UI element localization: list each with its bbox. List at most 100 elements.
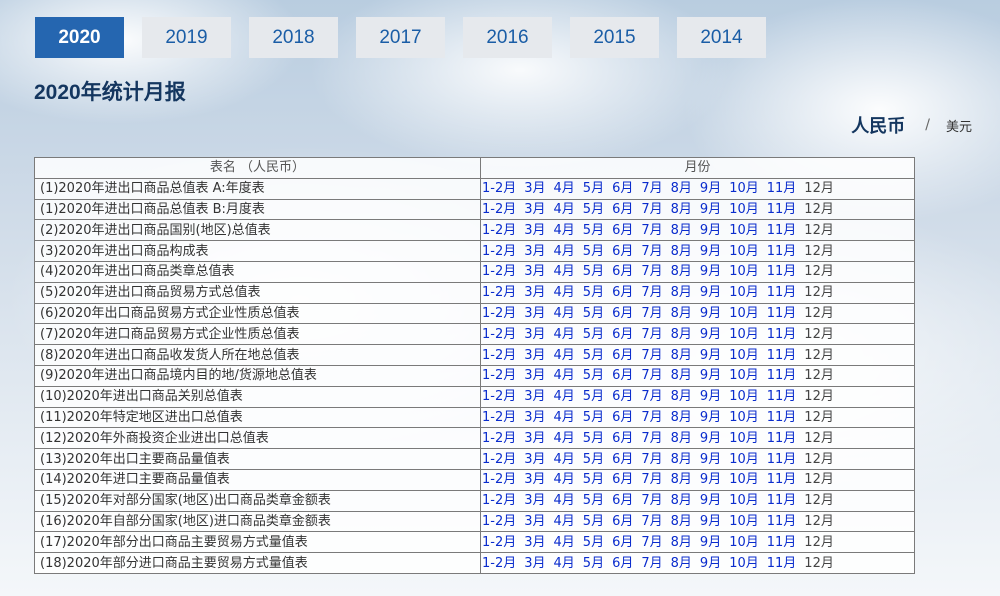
month-link[interactable]: 4月 [554,470,575,489]
month-link[interactable]: 1-2月 [482,221,516,240]
month-link[interactable]: 4月 [554,450,575,469]
month-link[interactable]: 3月 [524,554,545,573]
tab-year-2015[interactable]: 2015 [570,17,659,58]
month-link[interactable]: 6月 [612,200,633,219]
month-link[interactable]: 4月 [554,262,575,281]
month-link[interactable]: 9月 [700,408,721,427]
month-link[interactable]: 6月 [612,512,633,531]
month-link[interactable]: 10月 [729,554,759,573]
month-link[interactable]: 1-2月 [482,179,516,198]
month-link[interactable]: 3月 [524,533,545,552]
month-link[interactable]: 7月 [641,179,662,198]
month-link[interactable]: 1-2月 [482,470,516,489]
month-link[interactable]: 4月 [554,200,575,219]
month-link[interactable]: 1-2月 [482,533,516,552]
month-link[interactable]: 4月 [554,366,575,385]
month-link[interactable]: 5月 [583,512,604,531]
month-link[interactable]: 11月 [767,346,797,365]
month-link[interactable]: 8月 [671,200,692,219]
month-link[interactable]: 6月 [612,221,633,240]
month-link[interactable]: 6月 [612,283,633,302]
month-link[interactable]: 9月 [700,242,721,261]
month-link[interactable]: 7月 [641,533,662,552]
month-link[interactable]: 6月 [612,450,633,469]
month-link[interactable]: 7月 [641,242,662,261]
month-link[interactable]: 1-2月 [482,242,516,261]
month-link[interactable]: 11月 [767,387,797,406]
month-link[interactable]: 9月 [700,262,721,281]
month-link[interactable]: 5月 [583,408,604,427]
currency-rmb-link[interactable]: 人民币 [851,112,905,138]
month-link[interactable]: 4月 [554,242,575,261]
month-link[interactable]: 5月 [583,491,604,510]
month-link[interactable]: 3月 [524,242,545,261]
month-link[interactable]: 5月 [583,221,604,240]
month-link[interactable]: 3月 [524,200,545,219]
month-link[interactable]: 5月 [583,262,604,281]
month-link[interactable]: 5月 [583,346,604,365]
month-link[interactable]: 1-2月 [482,554,516,573]
month-link[interactable]: 11月 [767,512,797,531]
month-link[interactable]: 7月 [641,470,662,489]
month-link[interactable]: 3月 [524,450,545,469]
month-link[interactable]: 10月 [729,533,759,552]
month-link[interactable]: 5月 [583,429,604,448]
month-link[interactable]: 7月 [641,408,662,427]
month-link[interactable]: 5月 [583,179,604,198]
month-link[interactable]: 8月 [671,242,692,261]
month-link[interactable]: 8月 [671,470,692,489]
month-link[interactable]: 8月 [671,408,692,427]
month-link[interactable]: 10月 [729,366,759,385]
month-link[interactable]: 7月 [641,200,662,219]
month-link[interactable]: 7月 [641,450,662,469]
month-link[interactable]: 1-2月 [482,408,516,427]
month-link[interactable]: 6月 [612,429,633,448]
month-link[interactable]: 1-2月 [482,262,516,281]
month-link[interactable]: 8月 [671,491,692,510]
month-link[interactable]: 8月 [671,387,692,406]
month-link[interactable]: 11月 [767,200,797,219]
month-link[interactable]: 8月 [671,429,692,448]
month-link[interactable]: 8月 [671,366,692,385]
month-link[interactable]: 7月 [641,429,662,448]
month-link[interactable]: 11月 [767,366,797,385]
month-link[interactable]: 4月 [554,304,575,323]
month-link[interactable]: 7月 [641,221,662,240]
month-link[interactable]: 5月 [583,304,604,323]
month-link[interactable]: 1-2月 [482,366,516,385]
month-link[interactable]: 10月 [729,429,759,448]
month-link[interactable]: 1-2月 [482,283,516,302]
month-link[interactable]: 4月 [554,325,575,344]
month-link[interactable]: 5月 [583,325,604,344]
month-link[interactable]: 6月 [612,491,633,510]
month-link[interactable]: 8月 [671,554,692,573]
month-link[interactable]: 6月 [612,242,633,261]
month-link[interactable]: 10月 [729,221,759,240]
month-link[interactable]: 11月 [767,554,797,573]
month-link[interactable]: 6月 [612,387,633,406]
month-link[interactable]: 3月 [524,429,545,448]
month-link[interactable]: 5月 [583,470,604,489]
month-link[interactable]: 5月 [583,200,604,219]
month-link[interactable]: 8月 [671,283,692,302]
month-link[interactable]: 4月 [554,554,575,573]
month-link[interactable]: 4月 [554,387,575,406]
month-link[interactable]: 10月 [729,304,759,323]
month-link[interactable]: 5月 [583,366,604,385]
month-link[interactable]: 6月 [612,262,633,281]
month-link[interactable]: 4月 [554,429,575,448]
month-link[interactable]: 8月 [671,179,692,198]
month-link[interactable]: 9月 [700,200,721,219]
month-link[interactable]: 9月 [700,387,721,406]
month-link[interactable]: 8月 [671,304,692,323]
month-link[interactable]: 11月 [767,491,797,510]
month-link[interactable]: 8月 [671,262,692,281]
month-link[interactable]: 11月 [767,262,797,281]
month-link[interactable]: 4月 [554,179,575,198]
month-link[interactable]: 6月 [612,304,633,323]
month-link[interactable]: 4月 [554,491,575,510]
month-link[interactable]: 4月 [554,283,575,302]
month-link[interactable]: 11月 [767,304,797,323]
month-link[interactable]: 10月 [729,346,759,365]
month-link[interactable]: 4月 [554,512,575,531]
